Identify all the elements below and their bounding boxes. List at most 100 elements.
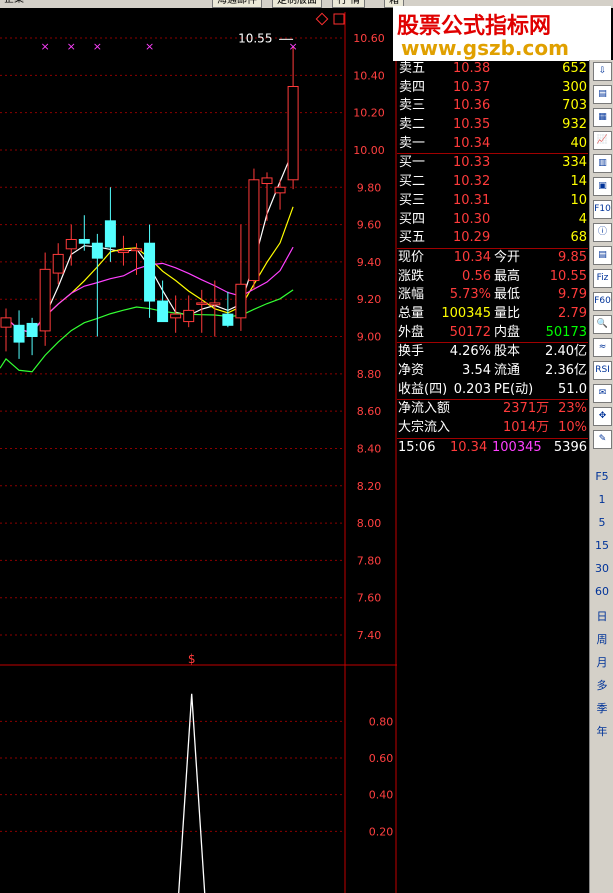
candle[interactable]: [13, 310, 25, 359]
watermark-url: www.gszb.com: [401, 36, 569, 60]
bid-label: 买一: [399, 155, 426, 171]
book-icon[interactable]: ▤: [593, 246, 612, 265]
period-button[interactable]: 60: [590, 585, 613, 598]
arrow-down-icon[interactable]: ⇩: [593, 62, 612, 81]
move-icon[interactable]: ✥: [593, 407, 612, 426]
bid-row: 买二 10.32 14: [397, 173, 588, 192]
candle[interactable]: [235, 224, 247, 331]
window-icon[interactable]: [333, 13, 345, 25]
fund-label: 净资: [398, 363, 425, 378]
stat-value-2: 9.85: [558, 249, 587, 265]
candle[interactable]: [261, 172, 273, 221]
line-chart-icon[interactable]: 📈: [593, 131, 612, 150]
period-button[interactable]: 月: [590, 654, 613, 670]
wave-icon[interactable]: ≈: [593, 338, 612, 357]
candle-body: [248, 179, 260, 282]
stat-value-2: 2.79: [558, 305, 587, 321]
candle-body: [144, 242, 156, 302]
candle[interactable]: [0, 308, 12, 352]
candle[interactable]: [78, 215, 90, 251]
price-tick-label: 9.20: [357, 293, 382, 306]
grid-icon[interactable]: ▦: [593, 108, 612, 127]
flow-row: 大宗流入 1014万 10%: [397, 419, 588, 438]
price-tick-label: 8.40: [357, 442, 382, 455]
info-icon[interactable]: ⓘ: [593, 223, 612, 242]
rsi-icon[interactable]: RSI: [593, 361, 612, 380]
site-watermark: 股票公式指标网 www.gszb.com: [393, 6, 611, 61]
fund-row: 收益(四) 0.203 PE(动) 51.0: [397, 381, 588, 400]
candle[interactable]: [157, 280, 169, 323]
ask-label: 卖三: [399, 98, 426, 114]
candle[interactable]: [183, 295, 195, 328]
fund-value-2: 2.40亿: [545, 344, 587, 360]
period-button[interactable]: 季: [590, 700, 613, 716]
period-button[interactable]: 年: [590, 723, 613, 739]
flow-value: 2371万: [503, 401, 550, 417]
stats-row: 涨跌 0.56 最高 10.55: [397, 268, 588, 287]
bid-row: 买一 10.33 334: [397, 154, 588, 173]
report-icon[interactable]: ▤: [593, 85, 612, 104]
ask-price: 10.37: [453, 79, 491, 95]
windows-icon[interactable]: ▣: [593, 177, 612, 196]
price-tick-label: 9.60: [357, 219, 382, 232]
pencil-icon[interactable]: ✎: [593, 430, 612, 449]
fiz-icon[interactable]: Fiz: [593, 269, 612, 288]
candle[interactable]: [274, 179, 286, 210]
kline-chart[interactable]: × × × × × 10.55 10.60 10.40 10.20 10.00 9.80 9.60…: [0, 0, 397, 893]
period-button[interactable]: 周: [590, 631, 613, 647]
right-toolbar: ⇩ ▤ ▦ 📈 ▥ ▣ F10 ⓘ ▤ Fiz F60 🔍 ≈ RSI ✉ ✥ ✎ F5 1 5 15 30 60 日周月多季…: [589, 60, 613, 893]
candle-body: [274, 186, 286, 194]
period-button[interactable]: 15: [590, 539, 613, 552]
price-tick-label: 9.40: [357, 256, 382, 269]
price-tick-label: 9.00: [357, 331, 382, 344]
stats-row: 外盘 50172 内盘 50173: [397, 324, 588, 343]
period-button[interactable]: 1: [590, 493, 613, 506]
stats-row: 涨幅 5.73% 最低 9.79: [397, 286, 588, 305]
candle-body: [183, 309, 195, 323]
period-button[interactable]: F5: [590, 470, 613, 483]
candle[interactable]: [209, 280, 221, 337]
candle[interactable]: [26, 317, 38, 356]
candle-body: [209, 302, 221, 306]
fund-value-2: 2.36亿: [545, 363, 587, 378]
candle-body: [235, 283, 247, 319]
candle-body: [261, 177, 273, 185]
period-button[interactable]: 日: [590, 608, 613, 624]
candle[interactable]: [287, 47, 299, 190]
indicator-tick-label: 0.40: [369, 789, 394, 802]
candle[interactable]: [144, 224, 156, 318]
fund-label: 换手: [398, 344, 425, 360]
ask-row: 卖四 10.37 300: [397, 79, 588, 98]
candle-body: [52, 253, 64, 274]
ask-price: 10.38: [453, 61, 491, 76]
candle[interactable]: [65, 224, 77, 266]
bid-row: 买三 10.31 10: [397, 192, 588, 211]
stat-value: 50172: [449, 324, 491, 340]
candle[interactable]: [117, 235, 129, 266]
candle[interactable]: [39, 252, 51, 346]
period-button[interactable]: 多: [590, 677, 613, 693]
f60-icon[interactable]: F60: [593, 292, 612, 311]
flow-value: 1014万: [503, 420, 550, 436]
stat-label: 外盘: [398, 324, 425, 340]
candle[interactable]: [91, 233, 103, 337]
f10-icon[interactable]: F10: [593, 200, 612, 219]
price-tick-label: 8.00: [357, 517, 382, 530]
candles-group: [0, 47, 299, 359]
period-button[interactable]: 30: [590, 562, 613, 575]
bid-label: 买五: [399, 230, 426, 246]
bid-price: 10.30: [453, 211, 491, 227]
mail-icon[interactable]: ✉: [593, 384, 612, 403]
bid-list: 买一 10.33 334 买二 10.32 14 买三 10.31 10 买四 10.30 4 买五 10…: [397, 153, 588, 247]
stat-value-2: 50173: [545, 324, 587, 340]
candles-icon[interactable]: ▥: [593, 154, 612, 173]
candle[interactable]: [170, 295, 182, 333]
candle[interactable]: [248, 168, 260, 290]
search-icon[interactable]: 🔍: [593, 315, 612, 334]
fund-label-2: 股本: [494, 344, 521, 360]
period-button[interactable]: 5: [590, 516, 613, 529]
candle-body: [131, 248, 142, 252]
diamond-icon[interactable]: [315, 12, 329, 26]
price-tick-label: 9.80: [357, 181, 382, 194]
stat-value: 10.34: [453, 249, 491, 265]
